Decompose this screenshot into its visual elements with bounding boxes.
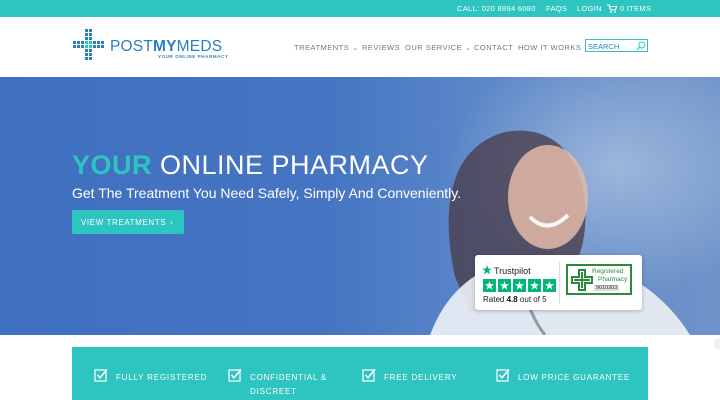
feature-label-line2: DISCREET xyxy=(250,387,297,396)
star-icon xyxy=(543,279,556,292)
site-header: POSTMYMEDS YOUR ONLINE PHARMACY TREATMEN… xyxy=(0,17,720,77)
star-icon xyxy=(528,279,541,292)
nav-how-it-works[interactable]: HOW IT WORKS xyxy=(518,43,581,52)
nav-reviews[interactable]: REVIEWS xyxy=(362,43,400,52)
chevron-right-icon: › xyxy=(170,218,174,227)
check-box-icon xyxy=(362,368,376,382)
hero-title-accent: YOUR xyxy=(72,150,153,180)
view-treatments-label: VIEW TREATMENTS xyxy=(81,218,167,227)
nav-our-service-label: OUR SERVICE xyxy=(405,43,463,52)
rating-prefix: Rated xyxy=(483,295,507,304)
star-icon xyxy=(513,279,526,292)
feature-label: FULLY REGISTERED xyxy=(116,373,208,382)
cart-icon[interactable] xyxy=(607,4,617,13)
feature-label: CONFIDENTIAL & xyxy=(250,373,328,382)
search-box xyxy=(585,39,648,52)
scroll-to-top-tab[interactable] xyxy=(714,339,720,349)
top-bar: CALL: 020 8894 6080 FAQS LOGIN 0 ITEMS xyxy=(0,0,720,17)
hero-banner: YOUR ONLINE PHARMACY Get The Treatment Y… xyxy=(0,77,720,335)
registered-line1: Registered xyxy=(592,268,624,275)
nav-contact[interactable]: CONTACT xyxy=(474,43,513,52)
search-icon[interactable] xyxy=(636,41,646,51)
check-box-icon xyxy=(496,368,510,382)
registered-line2: Pharmacy xyxy=(598,276,628,283)
logo-cross-icon[interactable] xyxy=(73,29,107,63)
check-box-icon xyxy=(228,368,242,382)
features-bar: FULLY REGISTERED CONFIDENTIAL & DISCREET… xyxy=(72,347,648,400)
badge-divider xyxy=(559,261,560,304)
chevron-down-icon: ⌄ xyxy=(352,45,359,52)
registered-pharmacy-logo[interactable]: Registered Pharmacy 9010203 xyxy=(566,264,632,295)
registered-number: 9010203 xyxy=(594,285,620,291)
login-link[interactable]: LOGIN xyxy=(577,4,602,13)
pharmacy-cross-icon xyxy=(571,269,593,291)
star-icon xyxy=(483,279,496,292)
phone-link[interactable]: CALL: 020 8894 6080 xyxy=(457,4,536,13)
hero-title: YOUR ONLINE PHARMACY xyxy=(72,150,429,181)
feature-label: FREE DELIVERY xyxy=(384,373,458,382)
trustpilot-name: Trustpilot xyxy=(494,266,531,276)
hero-subtitle: Get The Treatment You Need Safely, Simpl… xyxy=(72,185,462,201)
rating-suffix: out of 5 xyxy=(517,295,547,304)
search-input[interactable] xyxy=(588,41,634,51)
hero-title-rest: ONLINE PHARMACY xyxy=(152,150,429,180)
view-treatments-button[interactable]: VIEW TREATMENTS › xyxy=(72,210,184,234)
logo-post: POST xyxy=(110,38,154,55)
nav-treatments-label: TREATMENTS xyxy=(294,43,350,52)
check-box-icon xyxy=(94,368,108,382)
rating-value: 4.8 xyxy=(506,295,518,304)
nav-our-service[interactable]: OUR SERVICE ⌄ xyxy=(405,43,471,52)
chevron-down-icon: ⌄ xyxy=(465,45,472,52)
logo-tagline: YOUR ONLINE PHARMACY xyxy=(158,54,229,59)
logo-meds: MEDS xyxy=(176,38,223,55)
nav-treatments[interactable]: TREATMENTS ⌄ xyxy=(294,43,359,52)
feature-label: LOW PRICE GUARANTEE xyxy=(518,373,631,382)
trustpilot-rating: Rated 4.8 out of 5 xyxy=(483,295,547,304)
cart-link[interactable]: 0 ITEMS xyxy=(620,4,651,13)
faqs-link[interactable]: FAQS xyxy=(546,4,567,13)
logo-my: MY xyxy=(153,38,177,55)
trust-badge[interactable]: Trustpilot Rated 4.8 out of 5 Registered… xyxy=(475,255,642,310)
trustpilot-star-icon xyxy=(482,265,492,275)
star-icon xyxy=(498,279,511,292)
